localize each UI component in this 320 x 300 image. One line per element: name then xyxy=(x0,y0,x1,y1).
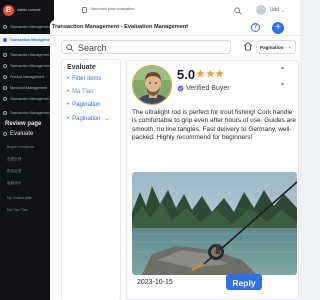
sidebar-item-label: Transaction Management xyxy=(10,64,51,68)
sidebar-subitem[interactable]: 品质反馈 xyxy=(7,157,21,162)
nav-dot-icon xyxy=(3,111,7,115)
chevron-down-icon: ⌄ xyxy=(287,44,292,50)
filter-item[interactable]: • Filter items xyxy=(67,76,101,82)
add-button[interactable]: + xyxy=(272,22,284,34)
filter-item-label: Ma Tiao xyxy=(72,89,94,95)
reply-button[interactable]: Reply xyxy=(226,274,262,290)
pagination-select[interactable]: Pagination ⌄ xyxy=(256,40,296,54)
review-date: 2023-10-15 xyxy=(137,279,173,286)
sidebar-subitem[interactable]: Ma Tiao Tiao xyxy=(7,208,28,212)
sidebar-item-label: Transaction Management xyxy=(10,25,51,29)
sidebar-item-evaluation-management[interactable]: Transaction Management / Evaluation Mana… xyxy=(0,34,54,46)
nav-dot-icon xyxy=(3,132,7,136)
nav-dot-icon xyxy=(3,97,7,101)
nav-dot-icon xyxy=(3,64,7,68)
star-icon xyxy=(196,69,205,78)
filter-item-label: Filter items xyxy=(72,76,102,82)
chevron-up-icon[interactable]: ▲ xyxy=(280,65,285,71)
sidebar-item-label: Transaction Management xyxy=(10,53,51,57)
sidebar-subitem[interactable]: 客服评价 xyxy=(7,181,21,186)
review-text: The ultralight rod is perfect for trout … xyxy=(132,109,297,142)
review-card: 5.0 Verified Buyer The ultralight rod is… xyxy=(126,60,299,300)
sidebar-item-label: Merchant Management xyxy=(10,86,47,90)
help-icon[interactable]: ? xyxy=(251,23,260,32)
nav-dot-icon xyxy=(3,38,7,42)
nav-dot-icon xyxy=(3,86,7,90)
search-icon[interactable] xyxy=(234,7,242,15)
user-avatar[interactable] xyxy=(256,5,266,15)
filter-item-label: Pagination xyxy=(72,102,101,108)
sidebar-section-review-page: Review page xyxy=(5,121,42,127)
top-header: Merchant plain evaluation Udd ⌄ xyxy=(54,0,300,20)
header-title: Merchant plain evaluation xyxy=(91,7,135,11)
filter-title: Evaluate xyxy=(67,64,96,71)
sidebar-item-product[interactable]: Product Management xyxy=(0,72,54,82)
pagination-label: Pagination xyxy=(260,45,284,50)
sidebar-item-label: Transaction Management xyxy=(10,97,51,101)
user-name[interactable]: Udd xyxy=(270,7,279,13)
filter-item-label: Pagination xyxy=(72,115,101,122)
verified-badge: Verified Buyer xyxy=(177,85,230,92)
star-icon xyxy=(205,69,215,78)
filter-item[interactable]: • Pagination xyxy=(67,102,100,108)
sidebar-group-label: Evaluate xyxy=(10,131,34,137)
filter-item[interactable]: • Pagination ⌄ xyxy=(67,115,110,123)
app-logo[interactable]: B Admin console xyxy=(0,0,54,20)
sidebar-subitem[interactable]: My Orders plain xyxy=(7,196,32,200)
rating-stars xyxy=(196,69,225,78)
sidebar-item-label: Transaction Management / Evaluation Mana… xyxy=(10,38,54,42)
document-icon xyxy=(82,7,87,13)
chevron-down-icon[interactable]: ⌄ xyxy=(281,8,285,14)
sidebar-item-transaction[interactable]: Transaction Management xyxy=(0,50,54,60)
search-input[interactable]: Search xyxy=(61,40,231,54)
rating-value: 5.0 xyxy=(177,67,196,82)
evaluate-filter-panel: Evaluate • Filter items • Ma Tiao • Pagi… xyxy=(61,59,121,300)
bullet-icon: • xyxy=(67,76,70,82)
nav-dot-icon xyxy=(3,53,7,57)
sidebar-item-label: Transaction Management xyxy=(10,111,51,115)
sidebar-item-transaction[interactable]: Transaction Management xyxy=(0,22,54,32)
reviewer-avatar xyxy=(132,65,172,105)
bullet-icon: • xyxy=(67,115,70,122)
sidebar-item-transaction[interactable]: Transaction Management xyxy=(0,108,54,118)
review-photo[interactable] xyxy=(132,172,297,275)
sidebar-item-transaction[interactable]: Transaction Management xyxy=(0,94,54,104)
breadcrumb: Transaction Management - Evaluation Mana… xyxy=(52,24,189,30)
filter-item[interactable]: • Ma Tiao xyxy=(67,89,93,95)
sidebar: B Admin console Transaction Management /… xyxy=(0,0,54,300)
search-placeholder: Search xyxy=(78,43,107,53)
star-icon xyxy=(215,69,224,78)
bullet-icon: • xyxy=(67,102,70,108)
home-icon[interactable] xyxy=(243,41,253,51)
breadcrumb-bar: Transaction Management - Evaluation Mana… xyxy=(50,20,300,36)
verified-icon xyxy=(177,85,184,92)
app-name: Admin console xyxy=(17,8,41,12)
chevron-down-icon[interactable]: ▼ xyxy=(280,82,285,88)
main-panel: Transaction Management - Evaluation Mana… xyxy=(50,20,300,300)
sidebar-item-transaction[interactable]: Transaction Management xyxy=(0,61,54,71)
sidebar-subitem[interactable]: Buyer's evidence xyxy=(7,145,34,149)
sidebar-group-evaluate[interactable]: Evaluate xyxy=(3,131,33,137)
nav-dot-icon xyxy=(3,25,7,29)
sidebar-item-merchant[interactable]: Merchant Management xyxy=(0,83,54,93)
sidebar-subitem[interactable]: 售后反馈 xyxy=(7,169,21,174)
verified-label: Verified Buyer xyxy=(186,85,230,92)
chevron-down-icon: ⌄ xyxy=(104,116,110,122)
search-icon xyxy=(66,44,74,52)
logo-icon: B xyxy=(3,4,14,16)
sidebar-item-label: Product Management xyxy=(10,75,45,79)
nav-dot-icon xyxy=(3,75,7,79)
bullet-icon: • xyxy=(67,89,70,95)
